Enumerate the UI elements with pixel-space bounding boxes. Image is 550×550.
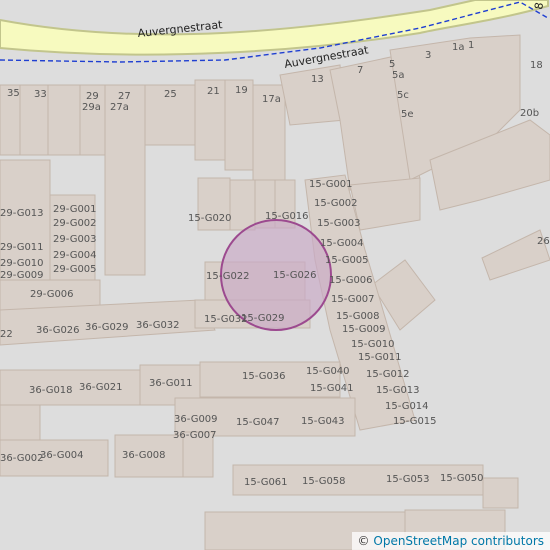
house-number-label: 15-G008 [336, 311, 380, 322]
house-number-label: 27a [110, 102, 129, 113]
house-number-label: 3 [425, 50, 431, 61]
house-number-label: 29-G002 [53, 218, 97, 229]
house-number-label: 26 [537, 236, 550, 247]
house-number-label: 19 [235, 85, 248, 96]
map-layer: Auvergnestraat Auvergnestraat 8 35 33 2929… [0, 0, 550, 550]
house-number-label: 29-G006 [30, 289, 74, 300]
house-number-label: 5c [397, 90, 409, 101]
house-number-label: 29-G011 [0, 242, 44, 253]
house-number-label: 15-G004 [320, 238, 364, 249]
house-number-label: 18 [530, 60, 543, 71]
house-number-label: 5e [401, 109, 414, 120]
house-number-label: 36-G026 [36, 325, 80, 336]
house-number-label: 21 [207, 86, 220, 97]
house-number-label: 36-G032 [136, 320, 180, 331]
house-number-label: 7 [357, 65, 363, 76]
house-number-label: 29-G001 [53, 204, 97, 215]
house-number-label: 29-G013 [0, 208, 44, 219]
osm-contributors-link[interactable]: OpenStreetMap contributors [373, 534, 544, 548]
house-number-label: 15-G014 [385, 401, 429, 412]
copyright-symbol: © [357, 534, 370, 548]
house-number-label: 15-G006 [329, 275, 373, 286]
house-number-label: 15-G040 [306, 366, 350, 377]
house-number-label: 29-G009 [0, 270, 44, 281]
house-number-label: 22 [0, 329, 13, 340]
house-number-label: 36-G004 [40, 450, 84, 461]
house-number-label: 15-G007 [331, 294, 375, 305]
house-number-label: 5 [389, 59, 395, 70]
attribution: © OpenStreetMap contributors [351, 532, 550, 550]
house-number-label: 15-G002 [314, 198, 358, 209]
house-number-label: 15-G009 [342, 324, 386, 335]
building [229, 179, 256, 231]
house-number-label: 15-G043 [301, 416, 345, 427]
building [47, 84, 81, 156]
house-number-label: 15-G053 [386, 474, 430, 485]
house-number-label: 29-G005 [53, 264, 97, 275]
house-number-label: 15-G061 [244, 477, 288, 488]
house-number-label: 15-G022 [206, 271, 250, 282]
house-number-label: 15-G036 [242, 371, 286, 382]
house-number-label: 15-G003 [317, 218, 361, 229]
house-number-label: 36-G029 [85, 322, 129, 333]
house-number-label: 15-G005 [325, 255, 369, 266]
house-number-label: 29 [86, 91, 99, 102]
house-number-label: 1a [452, 42, 465, 53]
house-number-label: 29-G010 [0, 258, 44, 269]
house-number-label: 15-G020 [188, 213, 232, 224]
house-number-label: 15-G013 [376, 385, 420, 396]
house-number-label: 5a [392, 70, 405, 81]
map-canvas[interactable]: Auvergnestraat Auvergnestraat 8 35 33 29 29… [0, 0, 550, 550]
house-number-label: 20b [520, 108, 539, 119]
house-number-label: 15-G011 [358, 352, 402, 363]
house-number-label: 15-G050 [440, 473, 484, 484]
house-number-label: 15-G058 [302, 476, 346, 487]
house-number-label: 15-G047 [236, 417, 280, 428]
house-number-label: 33 [34, 89, 47, 100]
house-number-label: 35 [7, 88, 20, 99]
house-number-label: 36-G002 [0, 453, 44, 464]
house-number-label: 36-G007 [173, 430, 217, 441]
house-number-label: 36-G018 [29, 385, 73, 396]
house-number-label: 29-G004 [53, 250, 97, 261]
house-number-label: 25 [164, 89, 177, 100]
house-number-label: 36-G009 [174, 414, 218, 425]
house-number-label: 15-G010 [351, 339, 395, 350]
building [482, 477, 519, 509]
house-number-label: 36-G008 [122, 450, 166, 461]
house-number-label: 36-G021 [79, 382, 123, 393]
house-number-label: 15-G016 [265, 211, 309, 222]
house-number-label: 17a [262, 94, 281, 105]
house-number-label: 13 [311, 74, 324, 85]
house-number-label: 29-G003 [53, 234, 97, 245]
house-number-label: 15-G029 [241, 313, 285, 324]
building [104, 84, 146, 276]
house-number-label: 15-G012 [366, 369, 410, 380]
building [0, 404, 41, 446]
house-number-label: 27 [118, 91, 131, 102]
house-number-label: 1 [468, 40, 474, 51]
house-number-label: 29a [82, 102, 101, 113]
house-number-label: 15-G001 [309, 179, 353, 190]
house-number-label: 15-G026 [273, 270, 317, 281]
house-number-label: 36-G011 [149, 378, 193, 389]
house-number-label: 15-G041 [310, 383, 354, 394]
house-number-label: 15-G015 [393, 416, 437, 427]
